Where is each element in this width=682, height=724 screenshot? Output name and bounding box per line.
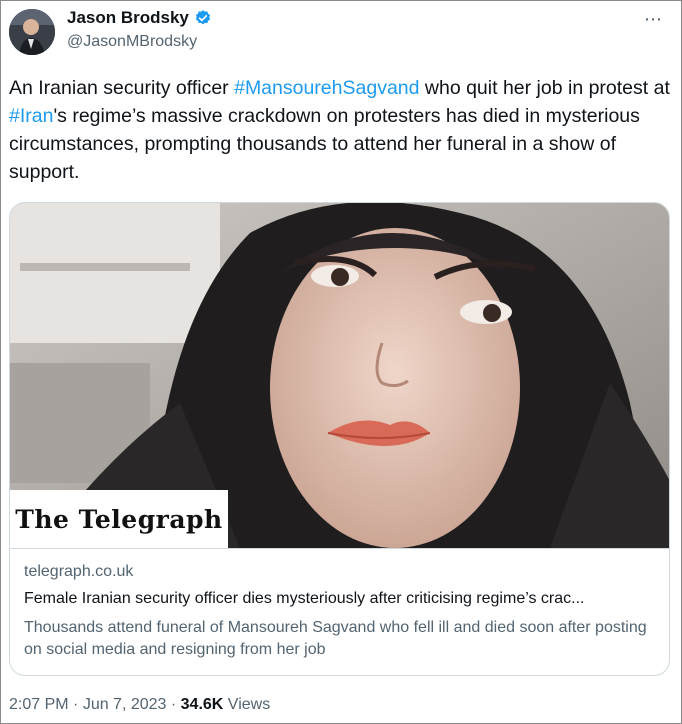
tweet-text: An Iranian security officer #MansourehSa… xyxy=(9,74,675,186)
card-title: Female Iranian security officer dies mys… xyxy=(24,590,585,607)
verified-badge-icon xyxy=(194,9,212,27)
author-handle[interactable]: @JasonMBrodsky xyxy=(67,33,197,51)
tweet-text-part: 's regime’s massive crackdown on protest… xyxy=(9,105,640,183)
link-preview-card[interactable]: The Telegraph telegraph.co.uk Female Ira… xyxy=(9,202,670,676)
views-label: Views xyxy=(223,696,271,713)
avatar[interactable] xyxy=(9,9,55,55)
card-image[interactable]: The Telegraph xyxy=(10,203,669,548)
hashtag-link[interactable]: #MansourehSagvand xyxy=(234,77,419,99)
card-meta[interactable]: telegraph.co.uk Female Iranian security … xyxy=(10,548,669,675)
separator: · xyxy=(166,696,181,713)
display-name[interactable]: Jason Brodsky xyxy=(67,8,189,28)
tweet-card: Jason Brodsky @JasonMBrodsky ⋯ An Irania… xyxy=(0,0,682,724)
views-count[interactable]: 34.6K xyxy=(181,696,224,713)
card-description: Thousands attend funeral of Mansoureh Sa… xyxy=(24,619,647,658)
more-options-icon[interactable]: ⋯ xyxy=(644,9,663,30)
tweet-footer: 2:07 PM · Jun 7, 2023 · 34.6K Views xyxy=(9,696,270,714)
tweet-text-part: who quit her job in protest at xyxy=(419,77,670,99)
hashtag-link[interactable]: #Iran xyxy=(9,105,53,127)
telegraph-logo: The Telegraph xyxy=(10,490,228,548)
tweet-date[interactable]: Jun 7, 2023 xyxy=(83,696,167,713)
tweet-time[interactable]: 2:07 PM xyxy=(9,696,69,713)
tweet-text-part: An Iranian security officer xyxy=(9,77,235,99)
telegraph-logo-text: The Telegraph xyxy=(15,504,223,534)
card-domain: telegraph.co.uk xyxy=(24,563,134,580)
author-name-row: Jason Brodsky xyxy=(67,8,212,28)
separator: · xyxy=(68,696,83,713)
